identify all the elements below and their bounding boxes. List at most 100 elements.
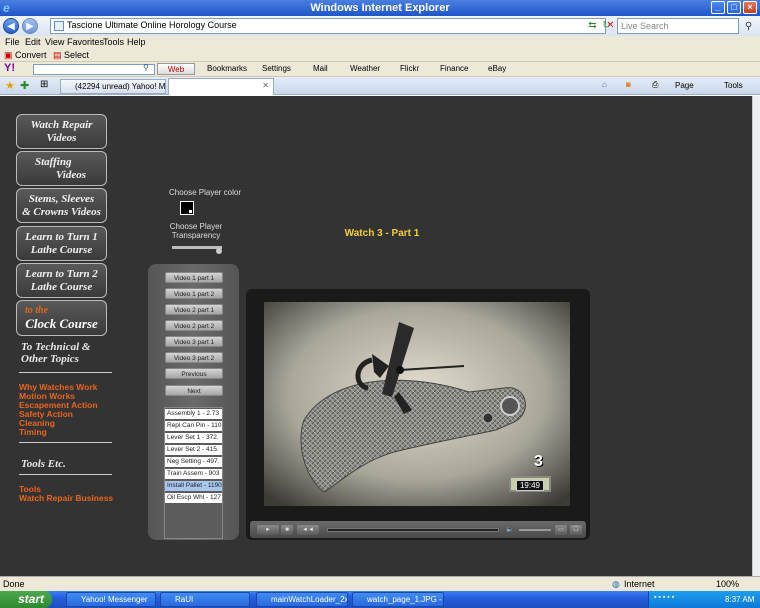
start-button[interactable]: start bbox=[0, 591, 52, 608]
yahoo-logo-icon[interactable]: Y! bbox=[4, 62, 15, 74]
web-search-button[interactable]: Web Search bbox=[157, 63, 195, 85]
maximize-button[interactable]: □ bbox=[727, 1, 741, 14]
volume-slider[interactable] bbox=[519, 529, 551, 531]
nav-learn-to-turn-2[interactable]: Learn to Turn 2 Lathe Course bbox=[16, 263, 107, 298]
search-icon[interactable]: ⚲ bbox=[742, 20, 755, 33]
window-title: Windows Internet Explorer bbox=[310, 2, 450, 14]
home-icon[interactable]: ⌂ bbox=[602, 80, 607, 89]
volume-icon[interactable]: 🔈 bbox=[503, 525, 517, 535]
print-icon[interactable]: ⎙ bbox=[652, 80, 658, 90]
menu-file[interactable]: File bbox=[5, 37, 20, 47]
nav-label: Videos bbox=[56, 169, 86, 181]
task-watch-page[interactable]: watch_page_1.JPG - ... bbox=[352, 592, 444, 607]
rewind-button[interactable]: ◄◄ bbox=[297, 525, 319, 535]
nav-stems-sleeves-crowns[interactable]: Stems, Sleeves & Crowns Videos bbox=[16, 188, 107, 223]
task-yahoo-messenger[interactable]: Yahoo! Messenger bbox=[66, 592, 156, 607]
stop-button[interactable]: ■ bbox=[281, 525, 293, 535]
stop-icon[interactable]: ✕ bbox=[604, 19, 617, 32]
tools-menu[interactable]: Tools bbox=[724, 81, 743, 90]
convert-icon: ▣ bbox=[4, 50, 13, 60]
live-search-input[interactable]: Live Search bbox=[617, 18, 739, 34]
video-1-part-1-button[interactable]: Video 1 part 1 bbox=[165, 272, 223, 283]
add-favorite-icon[interactable]: ✚ bbox=[20, 79, 29, 92]
vertical-scrollbar[interactable] bbox=[752, 96, 760, 576]
address-bar[interactable]: Tascione Ultimate Online Horology Course bbox=[50, 18, 606, 34]
transparency-slider-knob[interactable] bbox=[216, 248, 222, 254]
taskbar: start Yahoo! Messenger RaUI mainWatchLoa… bbox=[0, 591, 760, 608]
forward-button[interactable]: ▶ bbox=[22, 18, 38, 34]
video-frame[interactable]: 3 19:49 bbox=[264, 302, 570, 506]
transparency-slider[interactable] bbox=[172, 246, 222, 249]
video-title: Watch 3 - Part 1 bbox=[344, 228, 420, 239]
menu-view[interactable]: View bbox=[45, 37, 64, 47]
flickr-button[interactable]: Flickr bbox=[400, 64, 419, 73]
chapter-item[interactable]: Train Assem - 903 bbox=[165, 469, 222, 479]
yahoo-search-input[interactable] bbox=[33, 64, 155, 75]
next-button[interactable]: Next bbox=[165, 385, 223, 396]
video-3-part-1-button[interactable]: Video 3 part 1 bbox=[165, 336, 223, 347]
menu-tools[interactable]: Tools bbox=[103, 37, 124, 47]
player-color-swatch[interactable] bbox=[180, 201, 194, 215]
convert-button[interactable]: Convert bbox=[15, 50, 47, 60]
choose-player-color-label: Choose Player color bbox=[168, 188, 242, 197]
seek-bar[interactable] bbox=[327, 528, 499, 532]
nav-clock-course[interactable]: to the Clock Course bbox=[16, 300, 107, 336]
close-window-button[interactable]: × bbox=[743, 1, 757, 14]
chapter-item[interactable]: Lever Set 2 - 415. bbox=[165, 445, 222, 455]
nav-label: Staffing bbox=[35, 156, 72, 168]
nav-watch-repair-videos[interactable]: Watch Repair Videos bbox=[16, 114, 107, 149]
quick-tabs-icon[interactable]: ⊞ bbox=[40, 79, 48, 90]
play-button[interactable]: ► bbox=[257, 525, 279, 535]
tray-icons[interactable]: ▪ ▪ ▪ ▪ ▪ bbox=[654, 594, 674, 601]
fullscreen-icon[interactable]: ▭ bbox=[555, 525, 567, 535]
video-2-part-1-button[interactable]: Video 2 part 1 bbox=[165, 304, 223, 315]
video-3-part-2-button[interactable]: Video 3 part 2 bbox=[165, 352, 223, 363]
page-menu[interactable]: Page bbox=[675, 81, 694, 90]
menu-help[interactable]: Help bbox=[127, 37, 146, 47]
overlay-timer: 19:49 bbox=[509, 476, 551, 492]
minimize-button[interactable]: _ bbox=[711, 1, 725, 14]
favorites-star-icon[interactable]: ★ bbox=[5, 79, 15, 92]
link-timing[interactable]: Timing bbox=[19, 428, 47, 437]
chapter-item[interactable]: Neg Setting - 497. bbox=[165, 457, 222, 467]
chapter-item[interactable]: Oil Escp Whl - 127 bbox=[165, 493, 222, 503]
nav-staffing-videos[interactable]: Staffing Videos bbox=[16, 151, 107, 186]
divider bbox=[19, 442, 112, 443]
feeds-icon[interactable]: ◙ bbox=[626, 80, 631, 89]
clock-label: Clock Course bbox=[25, 316, 98, 331]
tab-yahoo-mail[interactable]: (42294 unread) Yahoo! Mail, ... bbox=[60, 79, 166, 94]
technical-heading[interactable]: To Technical & Other Topics bbox=[21, 341, 90, 365]
nav-learn-to-turn-1[interactable]: Learn to Turn 1 Lathe Course bbox=[16, 226, 107, 261]
status-bar: Done ◍ Internet 100% bbox=[0, 576, 760, 591]
tab-close-icon[interactable]: ✕ bbox=[262, 81, 269, 90]
chapter-item[interactable]: Lever Set 1 - 372. bbox=[165, 433, 222, 443]
nav-label: Watch Repair bbox=[30, 119, 93, 131]
previous-button[interactable]: Previous bbox=[165, 368, 223, 379]
bookmarks-button[interactable]: Bookmarks bbox=[207, 64, 247, 73]
back-button[interactable]: ◀ bbox=[3, 18, 19, 34]
video-1-part-2-button[interactable]: Video 1 part 2 bbox=[165, 288, 223, 299]
tab-current[interactable]: ✕ bbox=[168, 78, 274, 95]
compat-icon[interactable]: ⇆ bbox=[586, 19, 599, 32]
captions-icon[interactable]: ☐ bbox=[570, 525, 582, 535]
tools-heading[interactable]: Tools Etc. bbox=[21, 458, 66, 470]
weather-button[interactable]: Weather bbox=[350, 64, 380, 73]
task-mainwatchloader[interactable]: mainWatchLoader_2x... bbox=[256, 592, 348, 607]
select-icon: ▤ bbox=[53, 50, 62, 60]
menu-edit[interactable]: Edit bbox=[25, 37, 41, 47]
settings-button[interactable]: Settings bbox=[262, 64, 291, 73]
finance-button[interactable]: Finance bbox=[440, 64, 468, 73]
transparency-line2: Transparency bbox=[171, 231, 221, 240]
task-raui[interactable]: RaUI bbox=[160, 592, 250, 607]
link-watch-repair-business[interactable]: Watch Repair Business bbox=[19, 494, 113, 503]
chapter-item[interactable]: Repl Can Pin - 110 bbox=[165, 421, 222, 431]
ebay-button[interactable]: eBay bbox=[488, 64, 506, 73]
zoom-level[interactable]: 100% bbox=[716, 579, 739, 589]
select-button[interactable]: Select bbox=[64, 50, 89, 60]
mail-button[interactable]: Mail bbox=[313, 64, 328, 73]
technical-heading-line2: Other Topics bbox=[21, 353, 79, 365]
video-2-part-2-button[interactable]: Video 2 part 2 bbox=[165, 320, 223, 331]
chapter-item-selected[interactable]: Install Pallet - 1190 bbox=[165, 481, 222, 491]
menu-favorites[interactable]: Favorites bbox=[67, 37, 104, 47]
chapter-item[interactable]: Assembly 1 - 2.73 bbox=[165, 409, 222, 419]
